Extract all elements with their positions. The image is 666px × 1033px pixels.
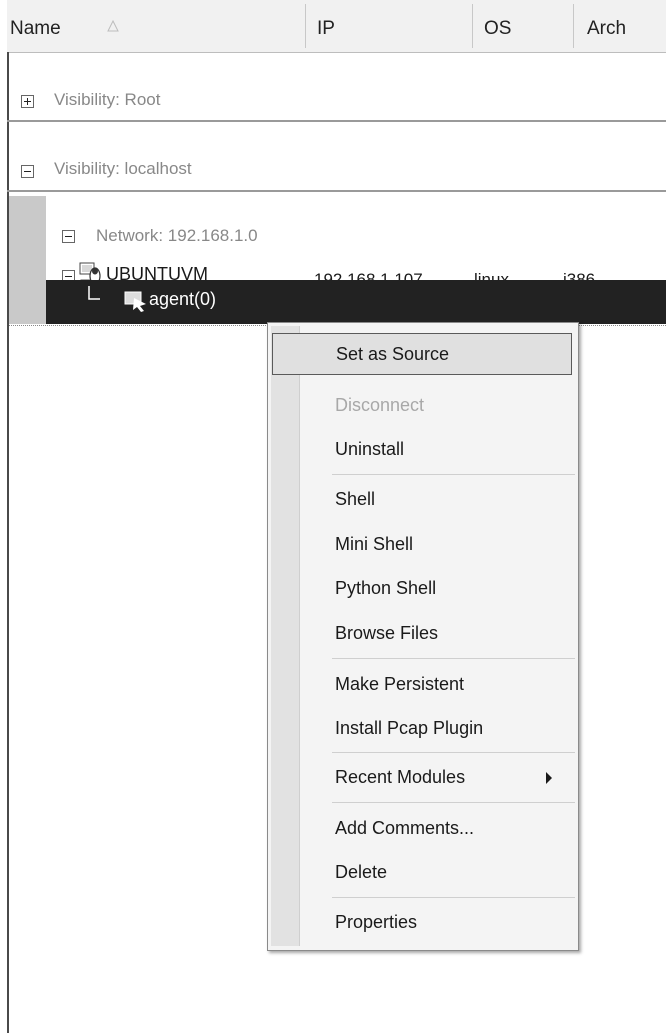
menu-item-label: Shell (335, 489, 376, 509)
menu-item-label: Mini Shell (335, 534, 414, 554)
menu-item-uninstall[interactable]: Uninstall (272, 429, 572, 469)
column-name[interactable]: Name (10, 0, 61, 52)
menu-item-add-comments[interactable]: Add Comments... (272, 808, 572, 848)
menu-separator (332, 474, 575, 475)
menu-item-label: Properties (335, 912, 418, 932)
collapse-icon[interactable] (21, 165, 34, 178)
collapse-icon[interactable] (62, 230, 75, 243)
menu-item-label: Recent Modules (335, 767, 466, 787)
group-localhost-label[interactable]: Visibility: localhost (54, 159, 192, 179)
group-divider (7, 120, 666, 122)
menu-item-label: Python Shell (335, 578, 437, 598)
menu-item-shell[interactable]: Shell (272, 479, 572, 519)
group-root-label[interactable]: Visibility: Root (54, 90, 160, 110)
menu-item-label: Make Persistent (335, 674, 465, 694)
network-label[interactable]: Network: 192.168.1.0 (96, 226, 258, 246)
host-tree-view: Name IP OS Arch Visibility: Root Visibil… (0, 0, 666, 1033)
menu-separator (332, 658, 575, 659)
menu-item-label: Browse Files (335, 623, 439, 643)
menu-item-label: Disconnect (335, 395, 425, 415)
menu-item-label: Add Comments... (335, 818, 475, 838)
menu-item-label: Delete (335, 862, 388, 882)
menu-item-delete[interactable]: Delete (272, 852, 572, 892)
group-divider (7, 190, 666, 192)
expand-icon[interactable] (21, 95, 34, 108)
column-arch[interactable]: Arch (587, 0, 626, 52)
menu-item-make-persistent[interactable]: Make Persistent (272, 664, 572, 704)
sort-ascending-icon (107, 20, 119, 32)
menu-item-label: Install Pcap Plugin (335, 718, 484, 738)
menu-item-python-shell[interactable]: Python Shell (272, 568, 572, 608)
menu-item-label: Uninstall (335, 439, 405, 459)
menu-item-disconnect: Disconnect (272, 385, 572, 425)
context-menu: Set as Source Disconnect Uninstall Shell… (267, 322, 579, 951)
agent-label[interactable]: agent(0) (149, 289, 216, 310)
column-header: Name IP OS Arch (7, 0, 666, 53)
menu-item-label: Set as Source (336, 344, 450, 364)
menu-item-install-pcap-plugin[interactable]: Install Pcap Plugin (272, 708, 572, 748)
submenu-arrow-icon (546, 772, 552, 784)
menu-item-mini-shell[interactable]: Mini Shell (272, 524, 572, 564)
menu-separator (332, 752, 575, 753)
menu-separator (332, 802, 575, 803)
column-os[interactable]: OS (484, 0, 511, 52)
menu-item-recent-modules[interactable]: Recent Modules (272, 757, 572, 797)
menu-item-browse-files[interactable]: Browse Files (272, 613, 572, 653)
menu-item-set-as-source[interactable]: Set as Source (272, 333, 572, 375)
column-divider[interactable] (305, 4, 306, 48)
menu-separator (332, 897, 575, 898)
tree-connector (88, 286, 100, 300)
column-divider[interactable] (472, 4, 473, 48)
agent-icon (124, 291, 146, 312)
menu-item-properties[interactable]: Properties (272, 902, 572, 942)
column-ip[interactable]: IP (317, 0, 335, 52)
column-divider[interactable] (573, 4, 574, 48)
tree-indent (9, 196, 46, 324)
